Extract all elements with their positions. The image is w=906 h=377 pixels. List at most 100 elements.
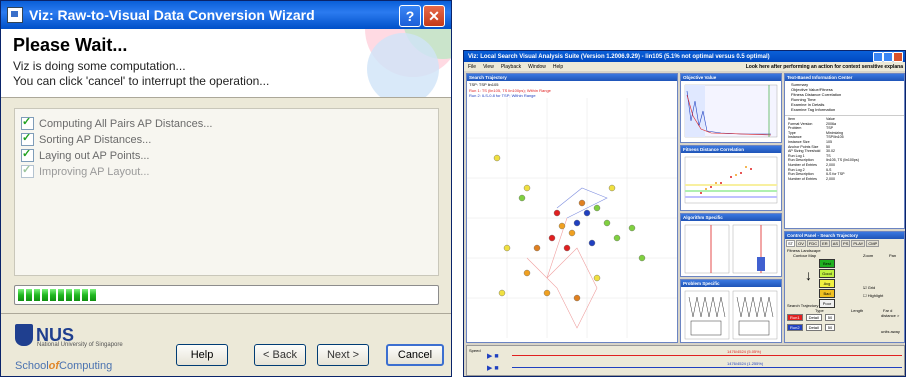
control-tab[interactable]: ST xyxy=(786,240,796,247)
control-tabs[interactable]: ST OV FDC ER AS PS PLAY CMP xyxy=(785,239,904,248)
trajectory-point[interactable] xyxy=(603,219,611,227)
control-tab[interactable]: OV xyxy=(796,240,806,247)
run-run-cell[interactable]: Run2 xyxy=(787,324,803,331)
info-menu-item[interactable]: Examine Tag Information xyxy=(791,107,898,112)
trajectory-point[interactable] xyxy=(533,244,541,252)
run-length-cell[interactable]: 50 xyxy=(824,314,836,321)
trajectory-point[interactable] xyxy=(568,229,576,237)
task-item: Improving AP Layout... xyxy=(21,163,149,178)
run2-timeline[interactable] xyxy=(512,367,902,368)
suite-title-bar[interactable]: Viz: Local Search Visual Analysis Suite … xyxy=(464,51,905,62)
trajectory-point[interactable] xyxy=(498,289,506,297)
back-button[interactable]: < Back xyxy=(254,344,306,366)
progress-fill xyxy=(18,289,96,301)
progress-segment xyxy=(82,289,88,301)
task-checkbox xyxy=(21,131,34,146)
grid-checkbox[interactable]: ☑ Grid xyxy=(863,285,875,290)
control-tab[interactable]: ER xyxy=(820,240,830,247)
progress-segment xyxy=(18,289,24,301)
school-of-computing-logo: SchoolofComputing xyxy=(15,360,113,372)
maximize-icon[interactable] xyxy=(883,52,893,62)
nus-crest-icon xyxy=(15,324,33,346)
wizard-title-bar[interactable]: Viz: Raw-to-Visual Data Conversion Wizar… xyxy=(1,1,451,29)
algorithm-specific-pane[interactable]: Algorithm Specific xyxy=(680,213,782,277)
objective-chart xyxy=(684,84,778,138)
app-window-icon xyxy=(7,7,23,23)
close-title-button[interactable]: ✕ xyxy=(423,5,445,27)
play-icon[interactable]: ▶ ■ xyxy=(487,364,499,372)
run-row[interactable]: Run1 Detail 50 xyxy=(787,314,836,321)
run1-timeline[interactable] xyxy=(512,355,902,356)
run-run-cell[interactable]: Run1 xyxy=(787,314,803,321)
task-label: Laying out AP Points... xyxy=(39,149,150,162)
trajectory-point[interactable] xyxy=(573,219,581,227)
search-trajectory-pane[interactable]: Search Trajectory TSP: TSP lin105 Run 1:… xyxy=(466,73,678,343)
help-button[interactable]: Help xyxy=(176,344,228,366)
trajectory-point[interactable] xyxy=(583,209,591,217)
trajectory-point[interactable] xyxy=(638,254,646,262)
fdc-pane[interactable]: Fitness Distance Correlation xyxy=(680,145,782,211)
trajectory-point[interactable] xyxy=(593,204,601,212)
run-length-cell[interactable]: 50 xyxy=(824,324,836,331)
control-tab[interactable]: AS xyxy=(830,240,841,247)
highlight-checkbox[interactable]: ☐ Highlight xyxy=(863,293,883,298)
menu-playback[interactable]: Playback xyxy=(501,64,521,70)
trajectory-point[interactable] xyxy=(573,294,581,302)
cancel-button[interactable]: Cancel xyxy=(386,344,444,366)
wizard-window: Viz: Raw-to-Visual Data Conversion Wizar… xyxy=(0,0,452,377)
task-item: Laying out AP Points... xyxy=(21,147,150,162)
trajectory-point[interactable] xyxy=(523,184,531,192)
menu-window[interactable]: Window xyxy=(528,64,546,70)
play-icon[interactable]: ▶ ■ xyxy=(487,352,499,360)
legend-box: Good xyxy=(819,269,835,278)
progress-segment xyxy=(74,289,80,301)
control-tab[interactable]: PS xyxy=(841,240,851,247)
run-row[interactable]: Run2 Detail 50 xyxy=(787,324,836,331)
trajectory-point[interactable] xyxy=(493,154,501,162)
trajectory-point[interactable] xyxy=(613,234,621,242)
control-tab[interactable]: PLAY xyxy=(851,240,866,247)
run-type-cell[interactable]: Detail xyxy=(805,314,822,321)
trajectory-point[interactable] xyxy=(543,289,551,297)
playback-bar[interactable]: Speed ▶ ■ ▶ ■ 1476/4524 (5.05%) 1476/452… xyxy=(466,345,905,376)
control-panel-pane[interactable]: Control Panel - Search Trajectory ST OV FD… xyxy=(784,231,905,343)
speed-label: Speed xyxy=(469,348,481,353)
trajectory-point[interactable] xyxy=(503,244,511,252)
trajectory-point[interactable] xyxy=(558,222,566,230)
help-title-button[interactable]: ? xyxy=(399,5,421,27)
menu-view[interactable]: View xyxy=(483,64,494,70)
control-tab[interactable]: CMP xyxy=(866,240,880,247)
minimize-icon[interactable] xyxy=(873,52,883,62)
objective-value-pane[interactable]: Objective Value xyxy=(680,73,782,143)
cancel-hint-text: You can click 'cancel' to interrupt the … xyxy=(13,74,270,88)
progress-segment xyxy=(50,289,56,301)
info-table-row: Number of Entries 2,000 xyxy=(788,177,901,182)
trajectory-point[interactable] xyxy=(553,209,561,217)
trajectory-point[interactable] xyxy=(628,224,636,232)
progress-segment xyxy=(58,289,64,301)
trajectory-point[interactable] xyxy=(588,239,596,247)
menu-help[interactable]: Help xyxy=(553,64,563,70)
trajectory-point[interactable] xyxy=(548,234,556,242)
trajectory-point[interactable] xyxy=(593,274,601,282)
problem-specific-pane[interactable]: Problem Specific xyxy=(680,279,782,343)
task-list: Computing All Pairs AP Distances... Sort… xyxy=(14,108,439,276)
control-tab[interactable]: FDC xyxy=(806,240,820,247)
next-button[interactable]: Next > xyxy=(317,344,369,366)
info-center-pane[interactable]: Text-Based Information Center Summary Obj… xyxy=(784,73,905,229)
run-type-cell[interactable]: Detail xyxy=(805,324,822,331)
trajectory-point[interactable] xyxy=(518,194,526,202)
progress-segment xyxy=(66,289,72,301)
trajectory-point[interactable] xyxy=(578,199,586,207)
trajectory-plot[interactable] xyxy=(467,98,677,338)
info-table: Item Value Format Version 2006a Problem TSP Ty… xyxy=(785,115,904,182)
progress-segment xyxy=(34,289,40,301)
trajectory-point[interactable] xyxy=(523,269,531,277)
progress-segment xyxy=(26,289,32,301)
info-menu[interactable]: Summary Objective Value/Fitness Fitness Di… xyxy=(785,81,904,113)
trajectory-point[interactable] xyxy=(608,184,616,192)
pane-title: Search Trajectory xyxy=(467,74,677,81)
trajectory-point[interactable] xyxy=(563,244,571,252)
close-icon[interactable] xyxy=(893,52,903,62)
menu-file[interactable]: File xyxy=(468,64,476,70)
